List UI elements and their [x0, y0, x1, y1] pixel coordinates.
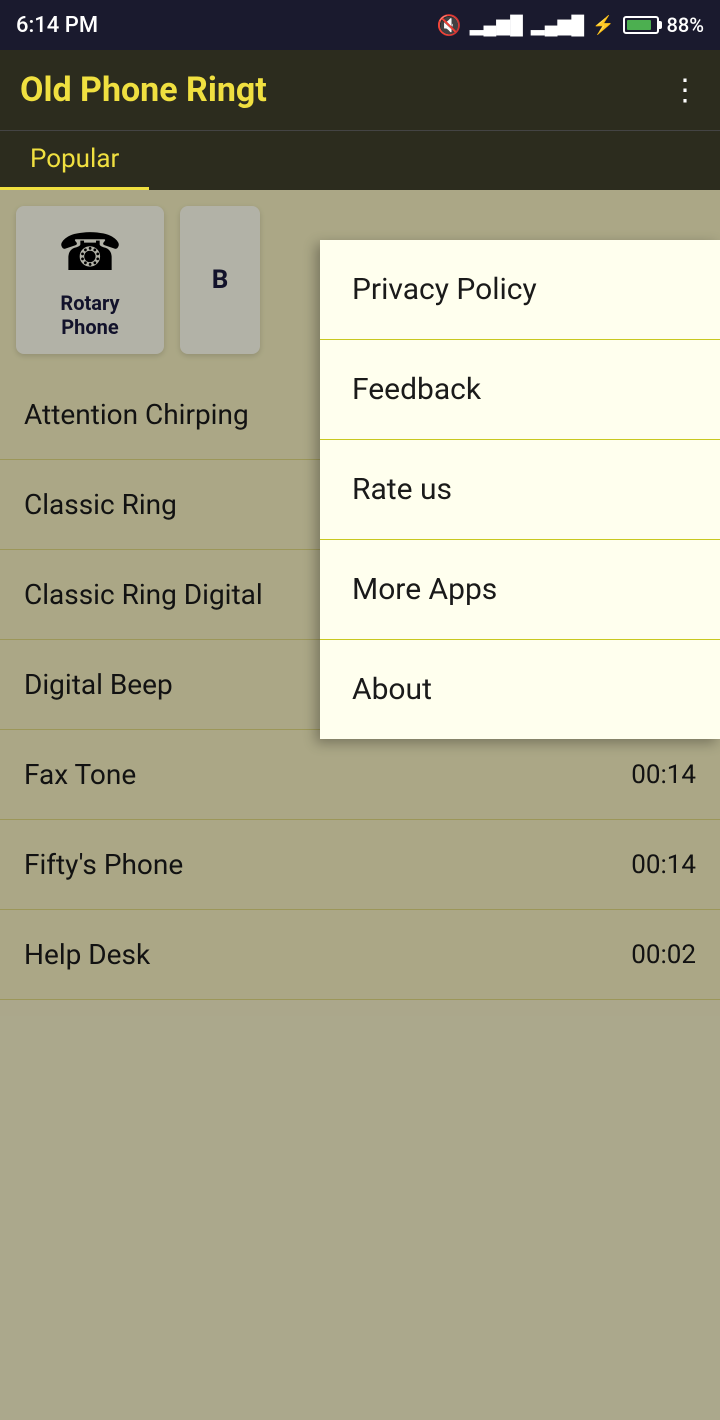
- mute-icon: 🔇: [437, 13, 462, 37]
- dropdown-item-feedback[interactable]: Feedback: [320, 340, 720, 440]
- time-display: 6:14 PM: [16, 13, 98, 38]
- tab-popular[interactable]: Popular: [0, 131, 149, 190]
- signal-icon-1: ▂▄▆█: [470, 15, 523, 36]
- status-bar: 6:14 PM 🔇 ▂▄▆█ ▂▄▆█ ⚡ 88%: [0, 0, 720, 50]
- tab-bar: Popular: [0, 130, 720, 190]
- battery-percent: 88%: [667, 13, 704, 37]
- dropdown-item-rate-us[interactable]: Rate us: [320, 440, 720, 540]
- battery-indicator: [623, 16, 659, 34]
- status-icons: 🔇 ▂▄▆█ ▂▄▆█ ⚡ 88%: [437, 13, 704, 37]
- app-title: Old Phone Ringt: [20, 70, 267, 110]
- main-content: ☎ RotaryPhone B Attention Chirping 00:08…: [0, 190, 720, 1000]
- dropdown-item-more-apps[interactable]: More Apps: [320, 540, 720, 640]
- app-header: Old Phone Ringt ⋮: [0, 50, 720, 130]
- dropdown-item-privacy-policy[interactable]: Privacy Policy: [320, 240, 720, 340]
- menu-button[interactable]: ⋮: [670, 73, 700, 108]
- signal-icon-2: ▂▄▆█: [531, 15, 584, 36]
- bolt-icon: ⚡: [592, 15, 614, 36]
- dropdown-menu: Privacy Policy Feedback Rate us More App…: [320, 240, 720, 739]
- status-time: 6:14 PM: [16, 13, 98, 38]
- dropdown-item-about[interactable]: About: [320, 640, 720, 739]
